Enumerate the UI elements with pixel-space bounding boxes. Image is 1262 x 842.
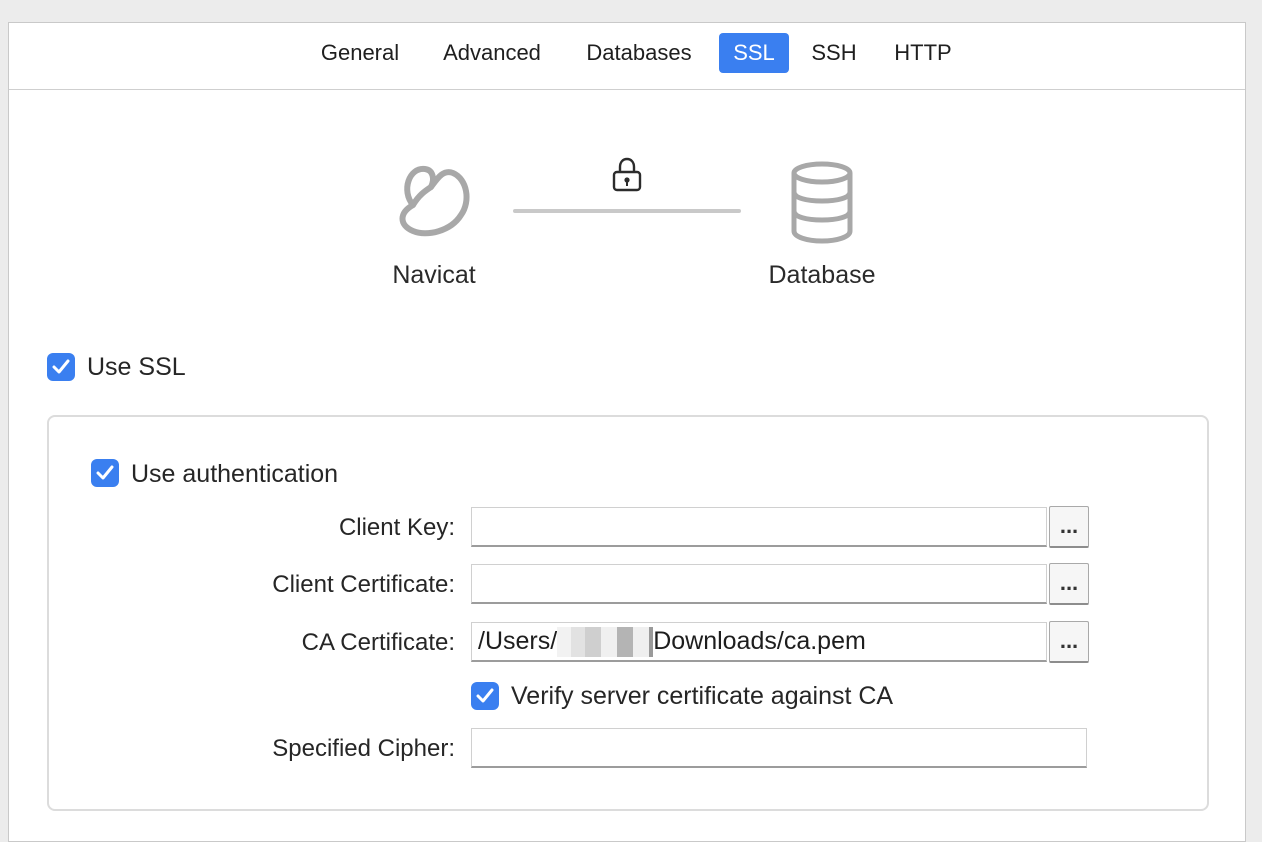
specified-cipher-label: Specified Cipher: — [272, 735, 455, 762]
use-ssl-checkbox[interactable] — [47, 353, 75, 381]
tab-general[interactable]: General — [305, 33, 415, 73]
redacted-username — [557, 627, 654, 658]
tab-databases[interactable]: Databases — [569, 33, 709, 73]
ca-path-prefix: /Users/ — [478, 627, 558, 655]
connection-line — [513, 209, 741, 213]
tab-advanced[interactable]: Advanced — [427, 33, 557, 73]
ca-certificate-browse-button[interactable]: ... — [1049, 621, 1089, 663]
connection-settings-panel: General Advanced Databases SSL SSH HTTP … — [8, 22, 1246, 842]
checkmark-icon — [96, 465, 114, 480]
client-key-input[interactable] — [471, 507, 1047, 547]
tab-ssl[interactable]: SSL — [719, 33, 789, 73]
checkmark-icon — [476, 688, 494, 703]
client-key-label: Client Key: — [338, 514, 455, 541]
tab-ssh[interactable]: SSH — [801, 33, 867, 73]
tab-bar: General Advanced Databases SSL SSH HTTP — [9, 23, 1245, 90]
use-ssl-label: Use SSL — [87, 353, 186, 381]
client-certificate-browse-button[interactable]: ... — [1049, 563, 1089, 605]
client-key-browse-button[interactable]: ... — [1049, 506, 1089, 548]
checkmark-icon — [52, 359, 70, 374]
ca-path-suffix: Downloads/ca.pem — [653, 627, 866, 655]
navicat-logo-icon — [399, 166, 470, 237]
ca-certificate-input[interactable]: /Users/Downloads/ca.pem — [471, 622, 1047, 662]
specified-cipher-input[interactable] — [471, 728, 1087, 768]
lock-icon — [612, 157, 642, 192]
verify-server-certificate-label: Verify server certificate against CA — [511, 682, 894, 710]
database-label: Database — [768, 261, 876, 289]
database-icon — [791, 161, 853, 244]
use-authentication-checkbox[interactable] — [91, 459, 119, 487]
client-certificate-label: Client Certificate: — [272, 571, 455, 598]
tab-http[interactable]: HTTP — [881, 33, 965, 73]
verify-server-certificate-checkbox[interactable] — [471, 682, 499, 710]
ca-certificate-label: CA Certificate: — [301, 629, 455, 656]
client-certificate-input[interactable] — [471, 564, 1047, 604]
navicat-label: Navicat — [392, 261, 476, 289]
use-authentication-label: Use authentication — [131, 460, 339, 488]
authentication-group: Use authentication Client Key: ... Clien… — [47, 415, 1209, 811]
